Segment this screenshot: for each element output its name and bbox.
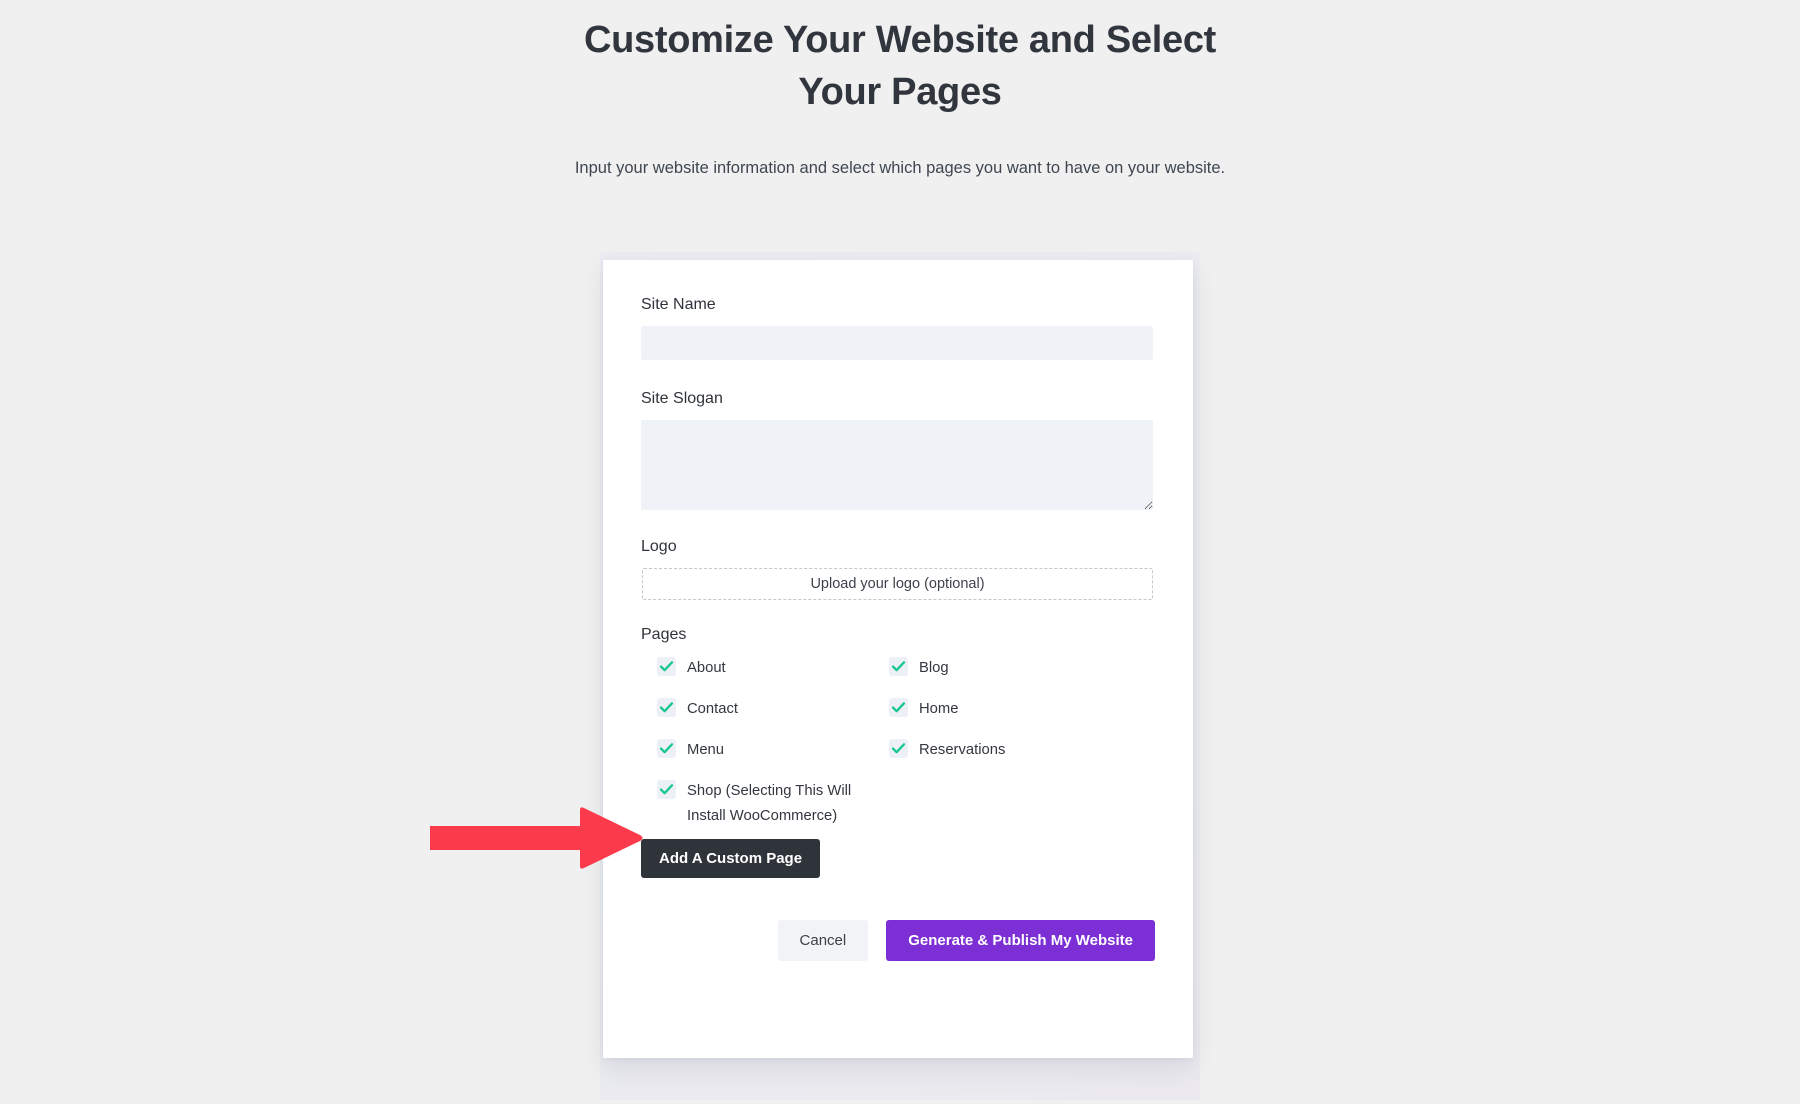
page-label: About [687, 660, 726, 676]
check-icon [889, 657, 908, 676]
page-header: Customize Your Website and Select Your P… [550, 0, 1250, 183]
page-label: Blog [919, 660, 949, 676]
page-checkbox-menu[interactable]: Menu [657, 738, 889, 779]
cancel-button[interactable]: Cancel [777, 920, 869, 961]
logo-upload-dropzone[interactable]: Upload your logo (optional) [642, 568, 1153, 600]
check-icon [657, 739, 676, 758]
page-label: Reservations [919, 742, 1006, 758]
site-slogan-field-group: Site Slogan [641, 390, 1155, 510]
form-actions: Cancel Generate & Publish My Website [641, 920, 1155, 961]
page-checkbox-home[interactable]: Home [889, 697, 1121, 738]
logo-upload-label: Upload your logo (optional) [810, 576, 985, 592]
site-slogan-textarea[interactable] [641, 420, 1153, 510]
pages-label: Pages [641, 626, 687, 643]
page-checkbox-contact[interactable]: Contact [657, 697, 889, 738]
logo-label: Logo [641, 538, 677, 555]
add-custom-page-button[interactable]: Add A Custom Page [641, 839, 821, 878]
site-slogan-label: Site Slogan [641, 390, 723, 407]
site-name-input[interactable] [641, 326, 1153, 360]
page-label: Contact [687, 701, 738, 717]
page-label: Menu [687, 742, 725, 758]
generate-publish-button[interactable]: Generate & Publish My Website [886, 920, 1155, 961]
logo-field-group: Logo Upload your logo (optional) [641, 538, 1155, 600]
page-label: Shop (Selecting This Will Install WooCom… [687, 783, 852, 824]
check-icon [657, 698, 676, 717]
check-icon [657, 780, 676, 799]
page-label: Home [919, 701, 959, 717]
page-title: Customize Your Website and Select Your P… [583, 19, 1217, 113]
page-subtitle: Input your website information and selec… [574, 159, 1226, 177]
site-name-field-group: Site Name [641, 296, 1155, 360]
page-checkbox-reservations[interactable]: Reservations [889, 738, 1121, 779]
page-checkbox-about[interactable]: About [657, 656, 889, 697]
customize-website-page: Customize Your Website and Select Your P… [0, 0, 1800, 1104]
customize-form-card: Site Name Site Slogan Logo Upload your l… [603, 260, 1193, 1058]
pages-checkbox-grid: About Blog Contact Home Menu Reservation… [657, 656, 1155, 831]
page-checkbox-shop[interactable]: Shop (Selecting This Will Install WooCom… [657, 779, 889, 831]
page-checkbox-blog[interactable]: Blog [889, 656, 1121, 697]
check-icon [889, 739, 908, 758]
check-icon [657, 657, 676, 676]
check-icon [889, 698, 908, 717]
site-name-label: Site Name [641, 296, 716, 313]
